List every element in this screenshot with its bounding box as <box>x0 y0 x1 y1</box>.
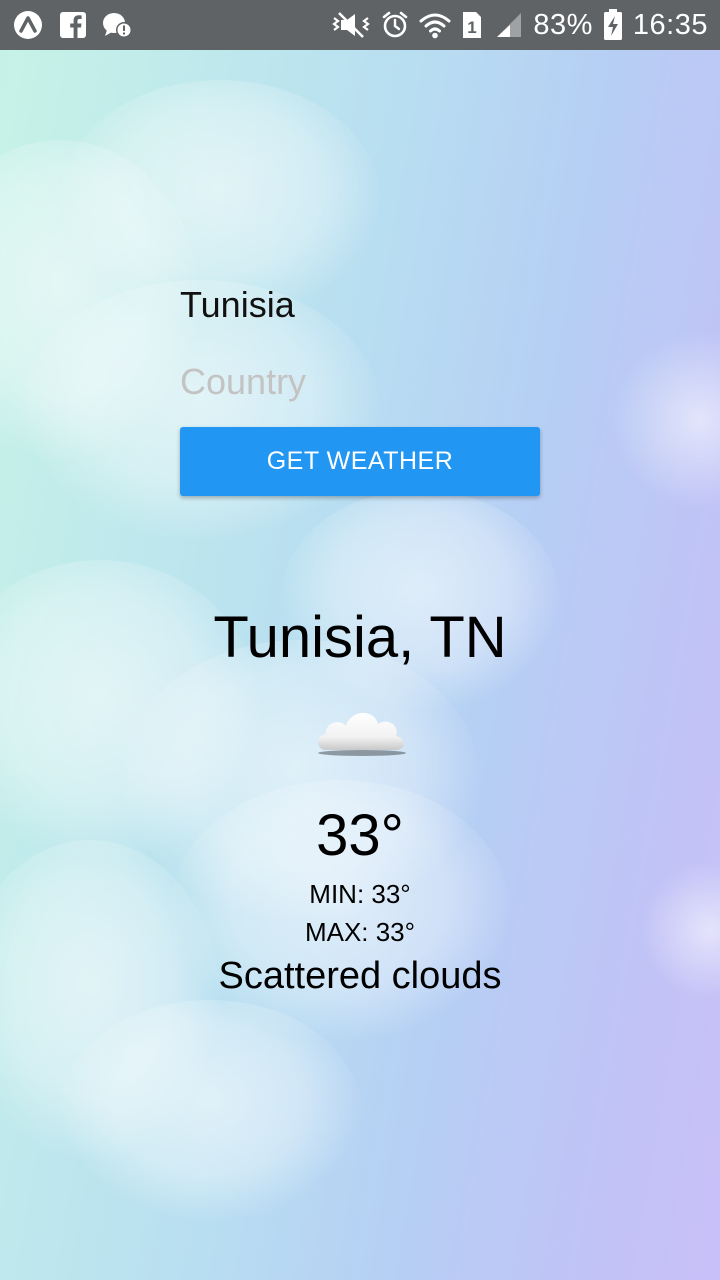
svg-text:1: 1 <box>468 18 477 37</box>
get-weather-button[interactable]: GET WEATHER <box>180 427 540 496</box>
status-bar: 1 83% 16:35 <box>0 0 720 50</box>
weather-screen: 1 83% 16:35 Tunisia GET WEATHER <box>0 0 720 1280</box>
city-input[interactable]: Tunisia <box>180 278 540 332</box>
battery-percent: 83% <box>533 8 593 41</box>
alarm-icon <box>381 11 409 39</box>
vibrate-icon <box>331 10 371 40</box>
app-launcher-icon <box>12 9 44 41</box>
battery-charging-icon <box>603 9 623 41</box>
facebook-icon <box>60 12 86 38</box>
min-temperature: MIN: 33° <box>309 879 411 909</box>
signal-icon <box>493 11 523 39</box>
messenger-alert-icon <box>102 11 132 39</box>
temperature: 33° <box>316 803 404 868</box>
weather-description: Scattered clouds <box>218 955 502 997</box>
clock: 16:35 <box>632 8 708 41</box>
country-input[interactable] <box>180 354 540 410</box>
max-temperature: MAX: 33° <box>304 917 416 947</box>
wifi-icon <box>419 10 451 40</box>
sim-icon: 1 <box>461 10 483 40</box>
cloud-icon <box>312 696 412 760</box>
location-title: Tunisia, TN <box>213 605 507 670</box>
